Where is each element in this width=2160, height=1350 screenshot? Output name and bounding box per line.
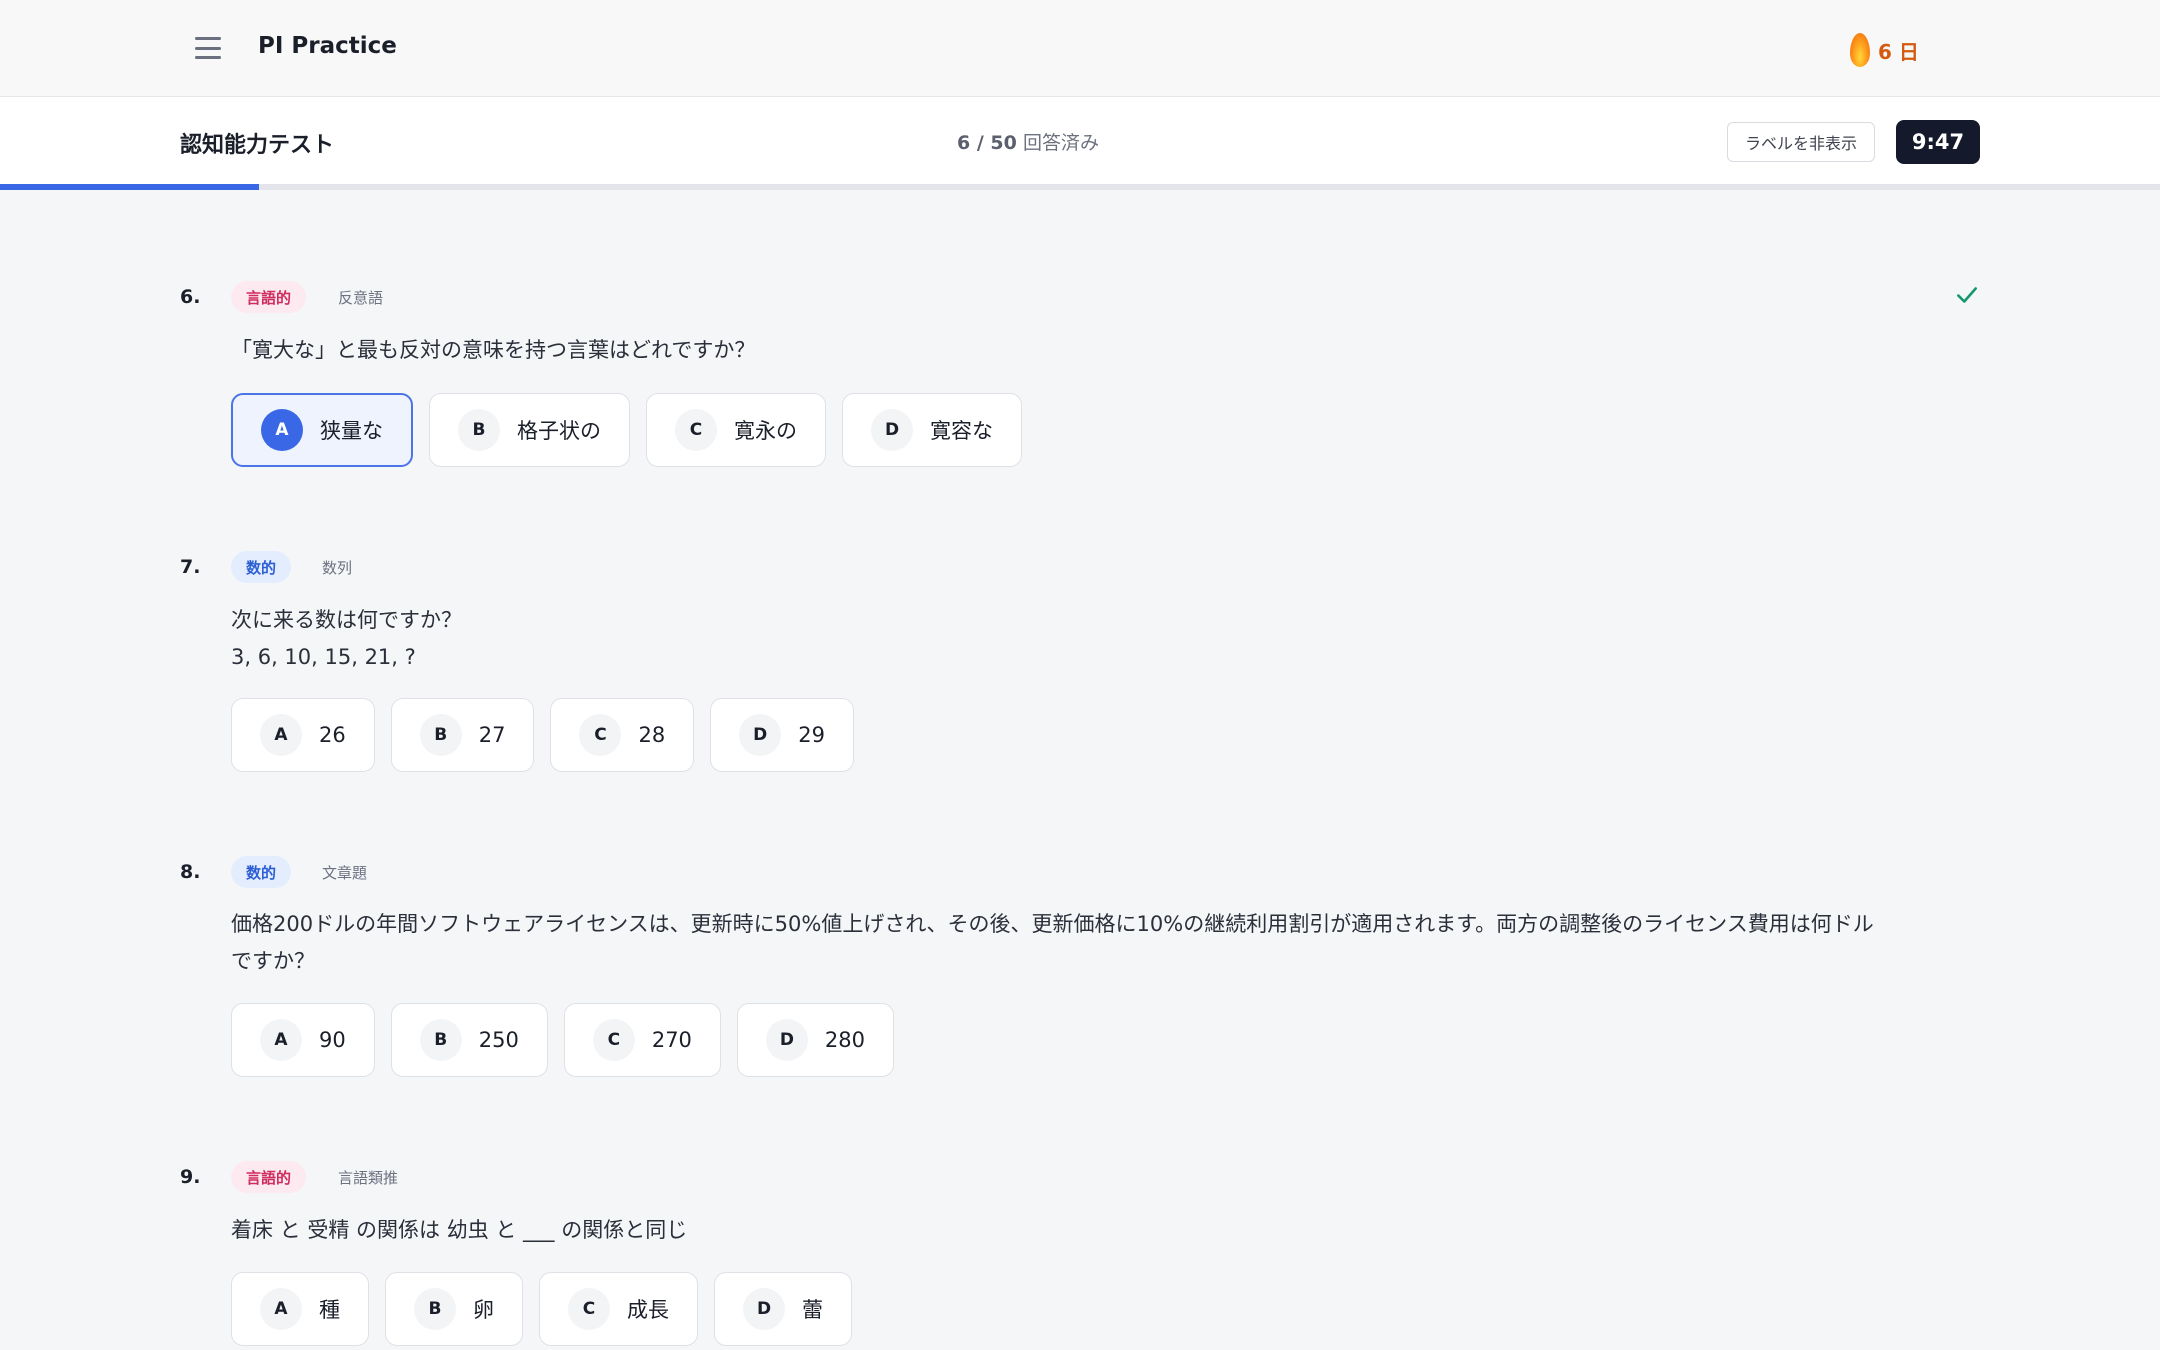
option-text: 種 (319, 1298, 340, 1322)
progress-bar-fill (0, 184, 260, 190)
timer: 9:47 (1896, 120, 1980, 164)
question-number: 7. (180, 556, 201, 578)
option-c[interactable]: C 成長 (539, 1272, 698, 1346)
question-text-continued: ですか？ (231, 949, 315, 973)
option-a[interactable]: A 狭量な (231, 393, 413, 467)
option-b[interactable]: B 27 (390, 698, 535, 772)
option-text: 90 (319, 1028, 346, 1052)
option-text: 26 (319, 723, 346, 747)
option-letter: D (871, 409, 913, 451)
option-text: 270 (651, 1028, 692, 1052)
subcategory-label: 文章題 (322, 864, 368, 882)
question-text: 価格200ドルの年間ソフトウェアライセンスは、更新時に50%値上げされ、その後、… (231, 912, 1874, 936)
option-letter: B (419, 714, 462, 756)
option-c[interactable]: C 270 (563, 1003, 721, 1077)
option-letter: D (765, 1019, 808, 1061)
app-bar: PI Practice 6 日 (0, 0, 2160, 97)
option-letter: D (743, 1288, 785, 1330)
category-tag: 言語的 (231, 1161, 307, 1193)
option-b[interactable]: B 250 (390, 1003, 548, 1077)
option-letter: A (260, 1019, 302, 1061)
option-letter: A (261, 409, 303, 451)
option-text: 280 (824, 1028, 866, 1052)
subcategory-label: 数列 (322, 559, 353, 577)
answered-suffix: 回答済み (1022, 132, 1099, 154)
option-a[interactable]: A 種 (231, 1272, 369, 1346)
option-text: 29 (798, 723, 825, 747)
question-text: 着床 と 受精 の関係は 幼虫 と ___ の関係と同じ (231, 1218, 688, 1242)
option-letter: A (260, 1288, 302, 1330)
test-header: 認知能力テスト 6 / 50 回答済み ラベルを非表示 9:47 (0, 97, 2160, 186)
option-d[interactable]: D 蕾 (714, 1272, 852, 1346)
question-number: 6. (180, 286, 201, 308)
option-letter: C (675, 409, 717, 451)
option-c[interactable]: C 28 (550, 698, 695, 772)
option-text: 卵 (473, 1298, 494, 1322)
option-letter: A (260, 714, 302, 756)
option-letter: B (458, 409, 500, 451)
category-tag: 数的 (231, 856, 292, 888)
option-text: 寛容な (930, 419, 993, 443)
streak-count: 6 日 (1878, 39, 1919, 64)
option-text: 250 (478, 1028, 519, 1052)
category-tag: 数的 (231, 551, 292, 583)
option-text: 27 (478, 723, 506, 747)
question-number: 9. (180, 1166, 201, 1188)
option-d[interactable]: D 29 (710, 698, 854, 772)
option-d[interactable]: D 280 (736, 1003, 895, 1077)
question-sequence: 3, 6, 10, 15, 21, ? (231, 645, 416, 669)
option-c[interactable]: C 寛永の (646, 393, 826, 467)
option-letter: C (592, 1019, 635, 1061)
answer-options: A 90 B 250 C 270 D 280 (231, 1003, 895, 1077)
option-a[interactable]: A 90 (231, 1003, 375, 1077)
category-tag: 言語的 (231, 281, 307, 313)
option-text: 狭量な (320, 419, 383, 443)
option-b[interactable]: B 格子状の (429, 393, 630, 467)
progress-bar (0, 184, 2160, 190)
answered-count: 6 / 50 (957, 132, 1017, 154)
hide-labels-button[interactable]: ラベルを非表示 (1727, 122, 1875, 162)
option-letter: B (414, 1288, 456, 1330)
subcategory-label: 反意語 (338, 289, 384, 307)
question-text: 次に来る数は何ですか？ (231, 608, 462, 632)
option-letter: C (579, 714, 622, 756)
question-text: 「寛大な」と最も反対の意味を持つ言葉はどれですか？ (231, 338, 756, 362)
hamburger-menu-icon[interactable] (190, 32, 226, 64)
app-title: PI Practice (258, 33, 397, 59)
question-number: 8. (180, 861, 201, 883)
option-b[interactable]: B 卵 (385, 1272, 523, 1346)
answer-options: A 26 B 27 C 28 D 29 (231, 698, 854, 772)
option-text: 28 (638, 723, 666, 747)
subcategory-label: 言語類推 (338, 1169, 399, 1187)
answered-check-icon (1957, 287, 1977, 303)
flame-icon (1850, 33, 1870, 67)
option-letter: B (419, 1019, 462, 1061)
option-text: 寛永の (734, 419, 797, 443)
option-text: 格子状の (517, 419, 601, 443)
option-text: 成長 (627, 1298, 669, 1322)
answer-options: A 狭量な B 格子状の C 寛永の D 寛容な (231, 393, 1022, 467)
streak-badge: 6 日 (1850, 30, 1919, 70)
option-letter: D (739, 714, 782, 756)
option-a[interactable]: A 26 (231, 698, 375, 772)
option-text: 蕾 (802, 1298, 823, 1322)
option-letter: C (568, 1288, 610, 1330)
option-d[interactable]: D 寛容な (842, 393, 1022, 467)
answer-options: A 種 B 卵 C 成長 D 蕾 (231, 1272, 852, 1346)
